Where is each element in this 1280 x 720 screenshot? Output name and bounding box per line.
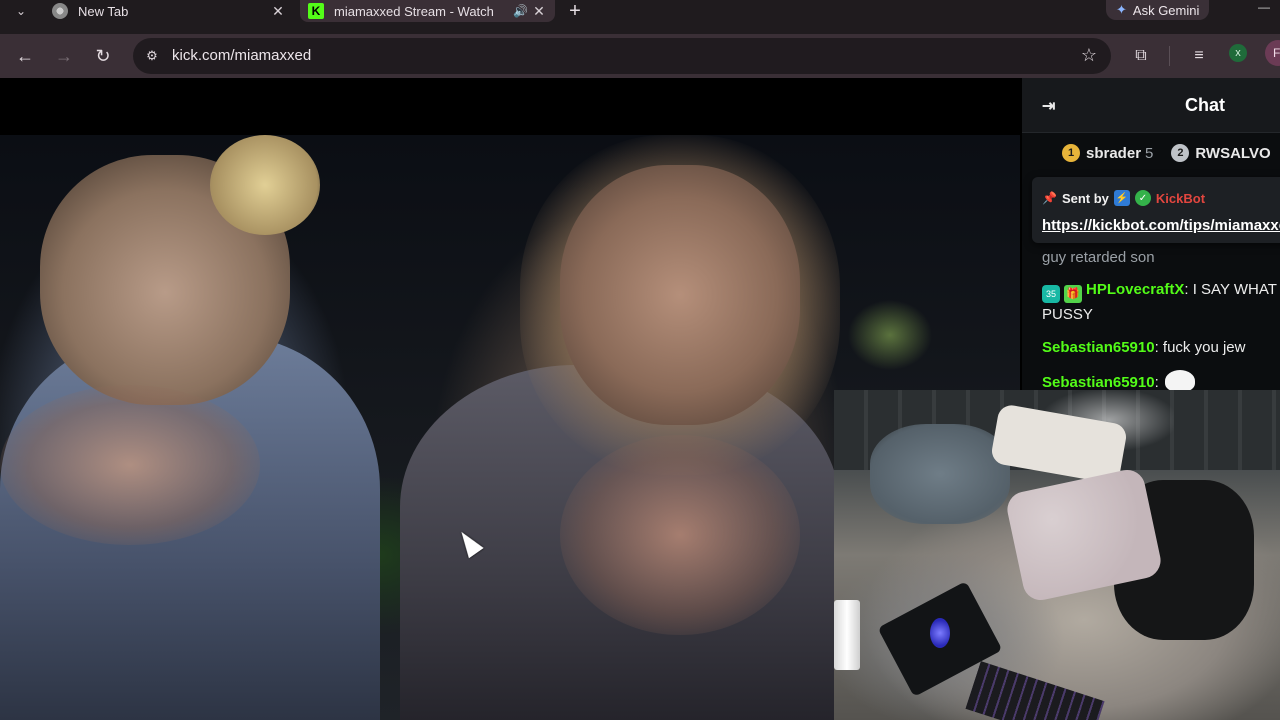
chat-message: Sebastian65910: fuck you jew: [1042, 339, 1246, 356]
gemini-sparkle-icon: ✦: [1116, 2, 1127, 17]
chat-username[interactable]: Sebastian65910: [1042, 374, 1155, 391]
audio-playing-icon[interactable]: 🔊: [513, 4, 529, 18]
rank-badge: 2: [1171, 144, 1190, 162]
kick-page: ⇥ Chat 1 sbrader 5 2 RWSALVO guy retarde…: [0, 78, 1280, 720]
new-tab-plus-icon[interactable]: +: [563, 0, 587, 22]
ask-gemini-button[interactable]: ✦ Ask Gemini: [1106, 0, 1210, 20]
tab-new-tab[interactable]: New Tab ✕: [44, 0, 294, 22]
pinned-message: 📌 Sent by ⚡ ✓ KickBot https://kickbot.co…: [1032, 177, 1280, 243]
leaderboard-user[interactable]: RWSALVO: [1195, 145, 1270, 162]
bot-badge-icon: ⚡: [1113, 190, 1130, 206]
minimize-window-icon[interactable]: —: [1254, 0, 1274, 16]
leaderboard-count: 5: [1145, 144, 1154, 162]
tab-title: miamaxxed Stream - Watch: [334, 3, 494, 19]
reload-icon[interactable]: ↻: [89, 42, 117, 70]
ghost-emote-icon: [1164, 370, 1195, 392]
gift-badge-icon: 🎁: [1064, 285, 1082, 303]
chat-username[interactable]: HPLovecraftX: [1086, 281, 1184, 298]
pin-icon: 📌: [1042, 191, 1057, 205]
keyboard: [965, 661, 1105, 720]
sent-by-label: Sent by: [1061, 190, 1109, 206]
extension-avatar[interactable]: x: [1229, 44, 1247, 62]
grey-blanket: [870, 424, 1010, 524]
cup: [834, 600, 860, 670]
close-tab-icon[interactable]: ✕: [268, 3, 288, 20]
browser-tab-strip: ⌄ New Tab ✕ K miamaxxed Stream - Watch 🔊…: [0, 0, 1280, 34]
chat-message-partial: guy retarded son: [1042, 249, 1155, 266]
url-text[interactable]: kick.com/miamaxxed: [172, 47, 311, 64]
site-info-icon[interactable]: ⚙: [143, 47, 161, 65]
chat-title: Chat: [1185, 95, 1225, 115]
tab-title: New Tab: [78, 3, 129, 19]
chat-username[interactable]: Sebastian65910: [1042, 339, 1155, 356]
media-queue-icon[interactable]: ≡: [1187, 44, 1211, 68]
rank-badge: 1: [1062, 144, 1080, 162]
browser-toolbar: ← → ↻ ⚙ kick.com/miamaxxed ☆ ⧉ ≡: [0, 34, 1280, 78]
gaming-mouse-icon: [930, 618, 950, 648]
gesturing-hands-right: [560, 435, 800, 635]
gift-leaderboard: 1 sbrader 5 2 RWSALVO: [1022, 135, 1280, 171]
gesturing-hands-left: [0, 385, 260, 545]
streamer-hair-left: [210, 135, 320, 235]
tab-search-chevron-icon[interactable]: ⌄: [8, 0, 34, 22]
pinned-sender[interactable]: KickBot: [1156, 191, 1205, 206]
address-bar[interactable]: ⚙ kick.com/miamaxxed ☆: [133, 38, 1111, 74]
subscriber-badge: 35: [1042, 285, 1060, 303]
streamer-head-right: [560, 165, 800, 425]
forward-arrow-icon[interactable]: →: [50, 42, 78, 70]
bookmark-star-icon[interactable]: ☆: [1081, 45, 1097, 66]
extensions-puzzle-icon[interactable]: ⧉: [1129, 44, 1153, 68]
chat-text: fuck you jew: [1162, 339, 1246, 356]
collapse-chat-icon[interactable]: ⇥: [1042, 96, 1055, 116]
chat-header: ⇥ Chat: [1022, 78, 1280, 133]
webcam-overlay: [834, 390, 1280, 720]
chrome-icon: [52, 3, 68, 19]
tab-kick-stream[interactable]: K miamaxxed Stream - Watch 🔊 ✕: [300, 0, 555, 22]
chat-message: 35 🎁 HPLovecraftX: I SAY WHAT PUSSY: [1042, 281, 1277, 323]
close-tab-icon[interactable]: ✕: [529, 3, 549, 20]
back-arrow-icon[interactable]: ←: [11, 42, 39, 70]
leaderboard-user[interactable]: sbrader: [1086, 145, 1141, 162]
verified-badge-icon: ✓: [1134, 190, 1151, 206]
tip-link[interactable]: https://kickbot.com/tips/miamaxxed: [1042, 217, 1280, 234]
kick-icon: K: [308, 3, 324, 19]
toolbar-divider: [1169, 46, 1170, 66]
ask-gemini-label: Ask Gemini: [1132, 2, 1200, 18]
